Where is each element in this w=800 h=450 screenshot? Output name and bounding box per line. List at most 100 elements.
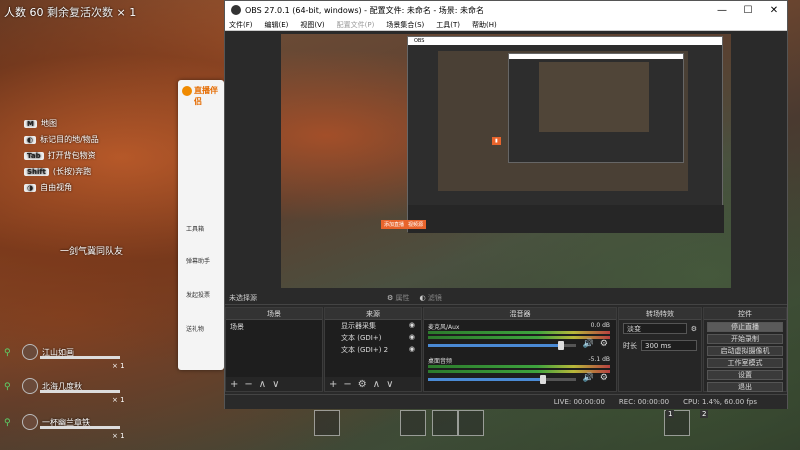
hotbar-slot[interactable]	[314, 410, 340, 436]
mouse-key-icon: ◑	[24, 183, 37, 192]
source-item[interactable]: 文本 (GDI+) 2 ◉	[325, 344, 421, 356]
hotbar-slot[interactable]	[458, 410, 484, 436]
mouse-key-icon: ◐	[24, 135, 37, 144]
dock-title: 来源	[325, 308, 421, 320]
sources-list: 显示器采集 ◉ 文本 (GDI+) ◉ 文本 (GDI+) 2 ◉	[325, 320, 421, 377]
streaming-helper-app: 直播伴侣 工具箱 弹幕助手 发起投票 送礼物	[178, 80, 224, 370]
source-item[interactable]: 显示器采集 ◉	[325, 320, 421, 332]
gear-icon[interactable]: ⚙	[358, 379, 367, 390]
danmu-helper-item[interactable]: 弹幕助手	[186, 256, 210, 265]
up-icon[interactable]: ∧	[259, 379, 266, 390]
speaker-icon[interactable]: 🔊	[583, 373, 594, 383]
settings-button[interactable]: 设置	[707, 370, 783, 380]
menu-scene-collection[interactable]: 场景集合(S)	[386, 20, 424, 30]
source-label: 文本 (GDI+)	[341, 334, 382, 342]
source-toolbar: 未选择源 ⚙ 属性 ◐ 滤镜	[225, 291, 787, 305]
gift-item[interactable]: 送礼物	[186, 324, 204, 333]
stop-streaming-button[interactable]: 停止直播	[707, 322, 783, 332]
slider-fill	[428, 344, 562, 347]
hint-text: 自由视角	[40, 183, 73, 192]
slider-knob[interactable]	[558, 341, 565, 350]
team-message: 一剑气冀同队友	[60, 247, 124, 257]
avatar	[22, 414, 38, 430]
health-bar	[40, 390, 120, 393]
window-title: OBS 27.0.1 (64-bit, windows) - 配置文件: 未命名…	[245, 5, 485, 15]
volume-slider[interactable]	[428, 341, 576, 350]
filters-button[interactable]: ◐ 滤镜	[420, 293, 442, 303]
filter-icon: ◐	[419, 293, 426, 302]
properties-label: 属性	[395, 293, 410, 302]
remove-icon[interactable]: −	[343, 379, 351, 390]
menu-tools[interactable]: 工具(T)	[436, 20, 460, 30]
menu-help[interactable]: 帮助(H)	[472, 20, 497, 30]
dock-title: 转场特效	[619, 308, 701, 320]
gear-icon[interactable]: ⚙	[600, 373, 608, 383]
duration-input[interactable]: 300 ms	[641, 340, 697, 351]
menu-profile[interactable]: 配置文件(P)	[337, 20, 375, 30]
properties-button[interactable]: ⚙ 属性	[387, 293, 410, 303]
eye-icon[interactable]: ◉	[409, 345, 415, 353]
menu-view[interactable]: 视图(V)	[300, 20, 324, 30]
slider-fill	[428, 378, 544, 381]
eye-icon[interactable]: ◉	[409, 321, 415, 329]
scene-item[interactable]: 场景	[226, 320, 322, 334]
remove-icon[interactable]: −	[244, 379, 252, 390]
menu-edit[interactable]: 编辑(E)	[265, 20, 289, 30]
slider-knob[interactable]	[540, 375, 547, 384]
add-icon[interactable]: +	[329, 379, 337, 390]
health-bar	[40, 356, 120, 359]
preview-canvas[interactable]: OBS ▮ 添加直播 视频源	[281, 34, 731, 288]
exit-button[interactable]: 退出	[707, 382, 783, 392]
toolbox-label[interactable]: 工具箱	[186, 224, 204, 233]
speaker-icon[interactable]: 🔊	[583, 339, 594, 349]
mixer-dock: 混音器 麦克风/Aux 0.0 dB 🔊 ⚙ 桌面音频 -5.1 dB 🔊 ⚙	[423, 307, 617, 392]
dock-title: 控件	[704, 308, 786, 320]
obs-titlebar[interactable]: OBS 27.0.1 (64-bit, windows) - 配置文件: 未命名…	[225, 1, 787, 19]
hotbar-slot[interactable]	[400, 410, 426, 436]
minimize-button[interactable]: —	[709, 1, 735, 19]
gear-icon[interactable]: ⚙	[600, 339, 608, 349]
scenes-list: 场景	[226, 320, 322, 377]
down-icon[interactable]: ∨	[272, 379, 279, 390]
hotbar-slot[interactable]	[432, 410, 458, 436]
key-badge: M	[24, 119, 37, 128]
source-label: 显示器采集	[341, 322, 376, 330]
hotbar-number: 1	[666, 410, 675, 418]
hint-freelook: ◑ 自由视角	[24, 182, 72, 193]
channel-name: 桌面音频	[428, 358, 453, 365]
maximize-button[interactable]: ☐	[735, 1, 761, 19]
volume-meter	[428, 331, 610, 334]
close-button[interactable]: ✕	[761, 1, 787, 19]
hint-text: 打开背包物资	[47, 151, 96, 160]
revive-label: 剩余复活次数	[47, 6, 113, 19]
key-badge: Shift	[24, 167, 49, 176]
source-item[interactable]: 文本 (GDI+) ◉	[325, 332, 421, 344]
add-icon[interactable]: +	[230, 379, 238, 390]
vote-item[interactable]: 发起投票	[186, 290, 210, 299]
filters-label: 滤镜	[427, 293, 442, 302]
game-hud-top: 人数 60 剩余复活次数 × 1	[4, 4, 136, 20]
menu-file[interactable]: 文件(F)	[229, 20, 253, 30]
start-virtual-camera-button[interactable]: 启动虚拟摄像机	[707, 346, 783, 356]
down-icon[interactable]: ∨	[386, 379, 393, 390]
volume-slider[interactable]	[428, 375, 576, 384]
gear-icon[interactable]: ⚙	[691, 325, 697, 333]
transition-select[interactable]: 淡变	[623, 323, 687, 334]
avatar	[22, 378, 38, 394]
player-revive-count: × 1	[112, 362, 125, 370]
hint-bag: Tab 打开背包物资	[24, 150, 96, 161]
up-icon[interactable]: ∧	[373, 379, 380, 390]
transition-type-row: 淡变 ⚙	[619, 320, 701, 337]
key-badge: Tab	[24, 151, 44, 160]
volume-meter	[428, 365, 610, 368]
preview-tag-1: 添加直播	[381, 220, 408, 229]
sources-dock: 来源 显示器采集 ◉ 文本 (GDI+) ◉ 文本 (GDI+) 2 ◉ + − ⚙ …	[324, 307, 422, 392]
channel-name: 麦克风/Aux	[428, 324, 460, 331]
eye-icon[interactable]: ◉	[409, 333, 415, 341]
mixer-channel: 桌面音频 -5.1 dB 🔊 ⚙	[424, 354, 616, 388]
studio-mode-button[interactable]: 工作室模式	[707, 358, 783, 368]
menu-bar: 文件(F) 编辑(E) 视图(V) 配置文件(P) 场景集合(S) 工具(T) …	[225, 19, 787, 31]
location-pin-icon: ⚲	[4, 348, 11, 358]
start-recording-button[interactable]: 开始录制	[707, 334, 783, 344]
obs-statusbar: LIVE: 00:00:00 REC: 00:00:00 CPU: 1.4%, …	[225, 394, 787, 409]
